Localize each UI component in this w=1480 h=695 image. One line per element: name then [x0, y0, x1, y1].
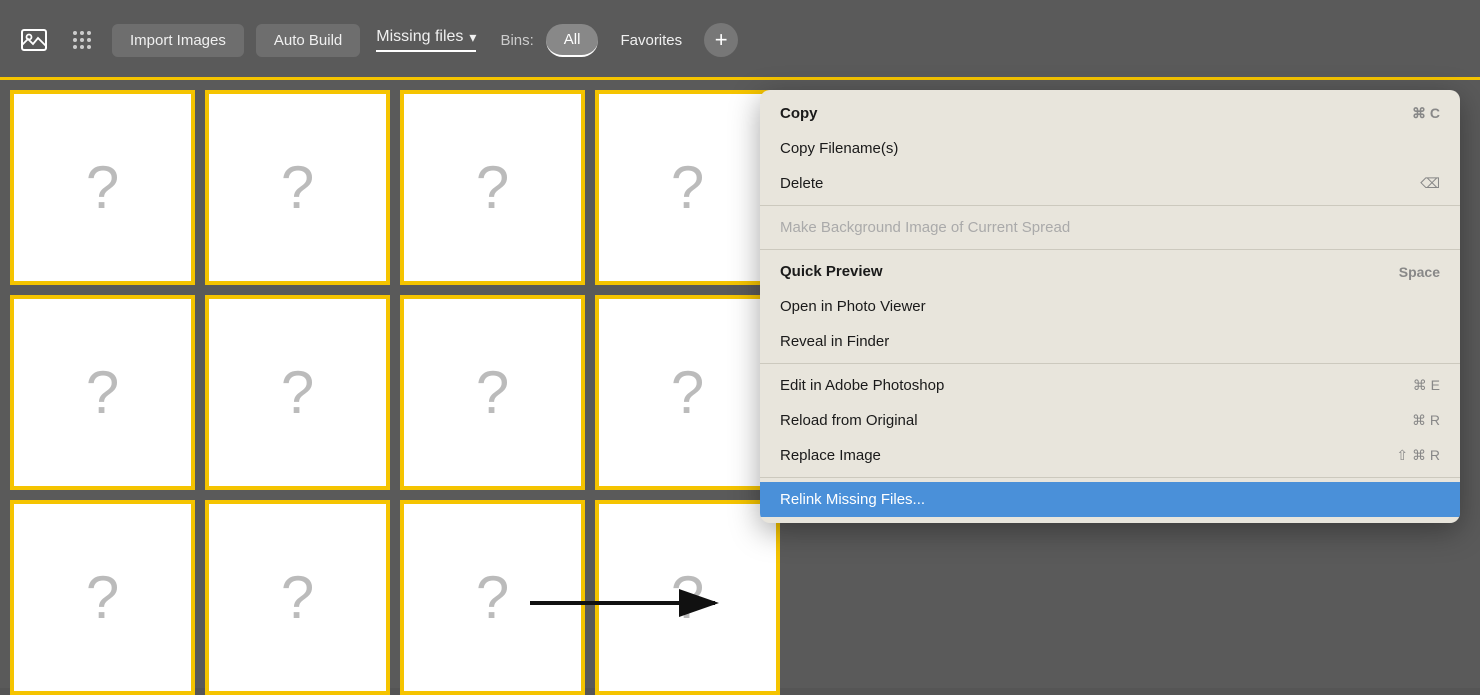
menu-item-reveal-finder[interactable]: Reveal in Finder: [760, 324, 1460, 359]
menu-item-make-background-label: Make Background Image of Current Spread: [780, 219, 1070, 236]
grid-cell-3[interactable]: ?: [400, 90, 585, 285]
context-menu: Copy ⌘ C Copy Filename(s) Delete ⌫ Make …: [760, 90, 1460, 523]
missing-indicator: ?: [281, 358, 314, 427]
import-images-button[interactable]: Import Images: [112, 24, 244, 57]
menu-item-make-background: Make Background Image of Current Spread: [760, 210, 1460, 245]
grid-cell-6[interactable]: ?: [205, 295, 390, 490]
menu-item-reload-original[interactable]: Reload from Original ⌘ R: [760, 403, 1460, 438]
missing-indicator: ?: [476, 563, 509, 632]
toolbar-underline: [0, 77, 1480, 80]
grid-cell-5[interactable]: ?: [10, 295, 195, 490]
menu-item-open-photo-viewer-label: Open in Photo Viewer: [780, 298, 926, 315]
grid-icon[interactable]: [64, 22, 100, 58]
missing-indicator: ?: [476, 153, 509, 222]
photo-icon-svg: [20, 26, 48, 54]
grid-cell-7[interactable]: ?: [400, 295, 585, 490]
menu-item-copy-label: Copy: [780, 105, 818, 122]
arrow-indicator: [530, 578, 730, 628]
menu-item-edit-photoshop[interactable]: Edit in Adobe Photoshop ⌘ E: [760, 368, 1460, 403]
menu-shortcut-copy: ⌘ C: [1412, 105, 1440, 122]
favorites-button[interactable]: Favorites: [610, 25, 692, 56]
grid-cell-10[interactable]: ?: [205, 500, 390, 695]
chevron-down-icon: ▾: [469, 29, 476, 46]
arrow-svg: [530, 578, 730, 628]
bins-label: Bins:: [500, 32, 533, 49]
missing-indicator: ?: [86, 358, 119, 427]
missing-indicator: ?: [281, 563, 314, 632]
menu-item-quick-preview[interactable]: Quick Preview Space: [760, 254, 1460, 289]
missing-files-label: Missing files: [376, 28, 463, 46]
menu-item-delete[interactable]: Delete ⌫: [760, 166, 1460, 201]
menu-shortcut-edit-photoshop: ⌘ E: [1413, 377, 1440, 394]
menu-item-open-photo-viewer[interactable]: Open in Photo Viewer: [760, 289, 1460, 324]
menu-item-replace-image-label: Replace Image: [780, 447, 881, 464]
grid-cell-4[interactable]: ?: [595, 90, 780, 285]
menu-shortcut-replace-image: ⇧ ⌘ R: [1396, 447, 1440, 464]
grid-icon-svg: [71, 29, 93, 51]
menu-item-copy-filename[interactable]: Copy Filename(s): [760, 131, 1460, 166]
menu-item-reveal-finder-label: Reveal in Finder: [780, 333, 889, 350]
missing-indicator: ?: [86, 563, 119, 632]
menu-item-edit-photoshop-label: Edit in Adobe Photoshop: [780, 377, 944, 394]
bins-all-button[interactable]: All: [546, 24, 599, 57]
menu-item-relink-missing[interactable]: Relink Missing Files...: [760, 482, 1460, 517]
separator-1: [760, 205, 1460, 206]
missing-indicator: ?: [86, 153, 119, 222]
photo-icon[interactable]: [16, 22, 52, 58]
separator-2: [760, 249, 1460, 250]
menu-shortcut-reload-original: ⌘ R: [1412, 412, 1440, 429]
menu-item-copy[interactable]: Copy ⌘ C: [760, 96, 1460, 131]
missing-files-button[interactable]: Missing files ▾: [376, 28, 476, 52]
grid-cell-2[interactable]: ?: [205, 90, 390, 285]
missing-indicator: ?: [671, 358, 704, 427]
toolbar: Import Images Auto Build Missing files ▾…: [0, 0, 1480, 80]
menu-item-replace-image[interactable]: Replace Image ⇧ ⌘ R: [760, 438, 1460, 473]
grid-cell-8[interactable]: ?: [595, 295, 780, 490]
menu-item-delete-label: Delete: [780, 175, 823, 192]
menu-item-relink-missing-label: Relink Missing Files...: [780, 491, 925, 508]
missing-indicator: ?: [281, 153, 314, 222]
add-button[interactable]: +: [704, 23, 738, 57]
menu-item-quick-preview-label: Quick Preview: [780, 263, 883, 280]
menu-item-copy-filename-label: Copy Filename(s): [780, 140, 898, 157]
separator-4: [760, 477, 1460, 478]
grid-cell-9[interactable]: ?: [10, 500, 195, 695]
separator-3: [760, 363, 1460, 364]
menu-shortcut-quick-preview: Space: [1399, 264, 1440, 280]
menu-shortcut-delete: ⌫: [1420, 175, 1440, 192]
grid-cell-1[interactable]: ?: [10, 90, 195, 285]
missing-indicator: ?: [476, 358, 509, 427]
menu-item-reload-original-label: Reload from Original: [780, 412, 918, 429]
auto-build-button[interactable]: Auto Build: [256, 24, 360, 57]
missing-indicator: ?: [671, 153, 704, 222]
